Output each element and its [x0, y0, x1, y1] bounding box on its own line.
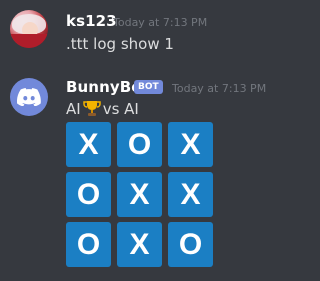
trophy-icon [82, 99, 101, 121]
board-cell: O [168, 222, 213, 267]
board-cell: X [117, 222, 162, 267]
board-cell: X [66, 122, 111, 167]
discord-logo-icon[interactable] [10, 78, 48, 116]
board-cell: X [168, 172, 213, 217]
message-text: AI vs AI [66, 99, 139, 121]
board-cell: O [66, 172, 111, 217]
user-avatar[interactable] [10, 10, 48, 48]
timestamp: Today at 7:13 PM [113, 16, 208, 29]
board-cell: X [168, 122, 213, 167]
board-cell: O [117, 122, 162, 167]
username[interactable]: ks123 [66, 12, 117, 30]
tic-tac-toe-board: X O X O X X O X O [66, 122, 214, 268]
board-cell: O [66, 222, 111, 267]
message-text: .ttt log show 1 [66, 35, 174, 53]
message-text-left: AI [66, 100, 81, 118]
bot-tag-badge: BOT [134, 80, 163, 94]
timestamp: Today at 7:13 PM [172, 82, 267, 95]
message-text-right: vs AI [102, 100, 139, 118]
board-cell: X [117, 172, 162, 217]
